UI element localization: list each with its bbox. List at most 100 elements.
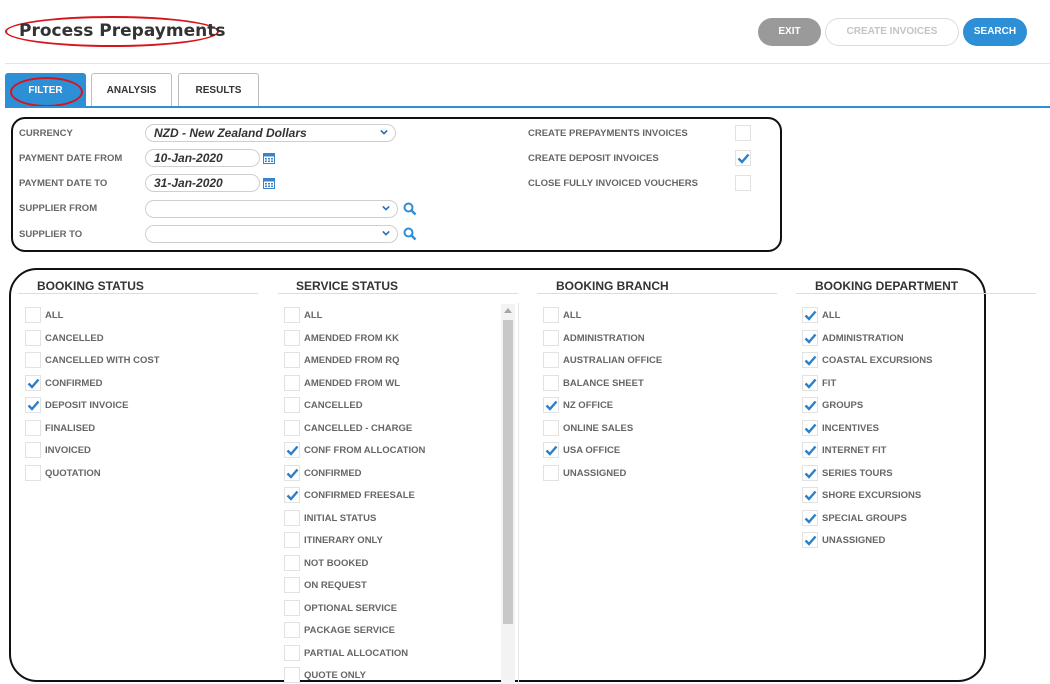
status-checkbox[interactable] <box>802 532 818 548</box>
status-item-label: QUOTATION <box>45 468 101 479</box>
status-checkbox[interactable] <box>543 465 559 481</box>
payment-date-from-input[interactable]: 10-Jan-2020 <box>145 149 260 167</box>
status-checkbox[interactable] <box>284 510 300 526</box>
payment-date-from-value: 10-Jan-2020 <box>154 151 223 165</box>
status-checkbox[interactable] <box>25 397 41 413</box>
status-checkbox[interactable] <box>802 397 818 413</box>
booking-department-heading: BOOKING DEPARTMENT <box>815 279 959 293</box>
status-checkbox[interactable] <box>284 645 300 661</box>
status-checkbox[interactable] <box>284 442 300 458</box>
exit-button[interactable]: EXIT <box>758 18 821 46</box>
check-icon <box>737 153 750 164</box>
status-checkbox[interactable] <box>25 442 41 458</box>
check-icon <box>804 400 817 411</box>
status-checkbox[interactable] <box>543 307 559 323</box>
status-checkbox[interactable] <box>284 307 300 323</box>
check-icon <box>804 378 817 389</box>
status-checkbox[interactable] <box>25 352 41 368</box>
status-checkbox[interactable] <box>25 307 41 323</box>
status-checkbox[interactable] <box>802 487 818 503</box>
status-checkbox[interactable] <box>284 397 300 413</box>
status-item-label: SPECIAL GROUPS <box>822 513 907 524</box>
check-icon <box>804 310 817 321</box>
tab-analysis[interactable]: ANALYSIS <box>91 73 172 107</box>
status-checkbox[interactable] <box>284 555 300 571</box>
create-prepayments-invoices-checkbox[interactable] <box>735 125 751 141</box>
status-item-label: CANCELLED WITH COST <box>45 355 160 366</box>
status-item-label: INVOICED <box>45 445 91 456</box>
status-item-label: ALL <box>45 310 64 321</box>
create-invoices-button[interactable]: CREATE INVOICES <box>825 18 959 46</box>
status-item-label: CONFIRMED <box>304 468 362 479</box>
status-checkbox[interactable] <box>284 375 300 391</box>
status-item-label: COASTAL EXCURSIONS <box>822 355 933 366</box>
booking-branch-heading: BOOKING BRANCH <box>556 279 669 293</box>
check-icon <box>545 445 558 456</box>
status-item-label: FIT <box>822 378 837 389</box>
status-checkbox[interactable] <box>284 352 300 368</box>
status-checkbox[interactable] <box>802 465 818 481</box>
status-checkbox[interactable] <box>543 330 559 346</box>
check-icon <box>286 445 299 456</box>
status-checkbox[interactable] <box>284 487 300 503</box>
page-title: Process Prepayments <box>19 21 226 41</box>
status-item-label: ALL <box>304 310 323 321</box>
status-checkbox[interactable] <box>284 330 300 346</box>
supplier-to-select[interactable] <box>145 225 398 243</box>
chevron-down-icon <box>382 230 390 236</box>
status-checkbox[interactable] <box>543 352 559 368</box>
status-checkbox[interactable] <box>25 420 41 436</box>
supplier-from-select[interactable] <box>145 200 398 218</box>
scroll-up-arrow-icon[interactable] <box>504 308 512 313</box>
currency-select[interactable]: NZD - New Zealand Dollars <box>145 124 396 142</box>
status-checkbox[interactable] <box>25 375 41 391</box>
calendar-icon[interactable] <box>263 177 275 189</box>
payment-date-to-label: PAYMENT DATE TO <box>19 178 108 189</box>
status-checkbox[interactable] <box>543 375 559 391</box>
status-checkbox[interactable] <box>284 667 300 683</box>
column-separator <box>518 303 519 684</box>
payment-date-from-label: PAYMENT DATE FROM <box>19 153 123 164</box>
status-checkbox[interactable] <box>802 352 818 368</box>
status-item-label: ADMINISTRATION <box>563 333 645 344</box>
check-icon <box>804 355 817 366</box>
status-checkbox[interactable] <box>284 465 300 481</box>
status-checkbox[interactable] <box>284 622 300 638</box>
supplier-to-label: SUPPLIER TO <box>19 229 83 240</box>
status-item-label: CONFIRMED <box>45 378 103 389</box>
payment-date-to-input[interactable]: 31-Jan-2020 <box>145 174 260 192</box>
status-item-label: DEPOSIT INVOICE <box>45 400 129 411</box>
status-checkbox[interactable] <box>802 510 818 526</box>
close-fully-invoiced-vouchers-checkbox[interactable] <box>735 175 751 191</box>
status-checkbox[interactable] <box>284 420 300 436</box>
status-item-label: FINALISED <box>45 423 96 434</box>
status-checkbox[interactable] <box>802 442 818 458</box>
status-checkbox[interactable] <box>284 577 300 593</box>
scroll-thumb[interactable] <box>503 320 513 624</box>
magnifier-icon[interactable] <box>403 202 417 216</box>
status-checkbox[interactable] <box>543 420 559 436</box>
tab-results[interactable]: RESULTS <box>178 73 259 107</box>
status-item-label: AMENDED FROM WL <box>304 378 401 389</box>
status-checkbox[interactable] <box>25 465 41 481</box>
check-icon <box>804 490 817 501</box>
status-checkbox[interactable] <box>284 532 300 548</box>
chevron-down-icon <box>382 205 390 211</box>
search-button[interactable]: SEARCH <box>963 18 1027 46</box>
calendar-icon[interactable] <box>263 152 275 164</box>
status-item-label: CANCELLED <box>45 333 104 344</box>
status-checkbox[interactable] <box>802 307 818 323</box>
status-checkbox[interactable] <box>543 397 559 413</box>
create-deposit-invoices-checkbox[interactable] <box>735 150 751 166</box>
status-checkbox[interactable] <box>284 600 300 616</box>
status-checkbox[interactable] <box>802 375 818 391</box>
status-checkbox[interactable] <box>802 330 818 346</box>
service-status-scrollbar[interactable] <box>501 304 515 684</box>
magnifier-icon[interactable] <box>403 227 417 241</box>
status-checkbox[interactable] <box>802 420 818 436</box>
check-icon <box>804 445 817 456</box>
tab-underline <box>5 106 1050 108</box>
status-checkbox[interactable] <box>25 330 41 346</box>
status-checkbox[interactable] <box>543 442 559 458</box>
status-item-label: GROUPS <box>822 400 864 411</box>
